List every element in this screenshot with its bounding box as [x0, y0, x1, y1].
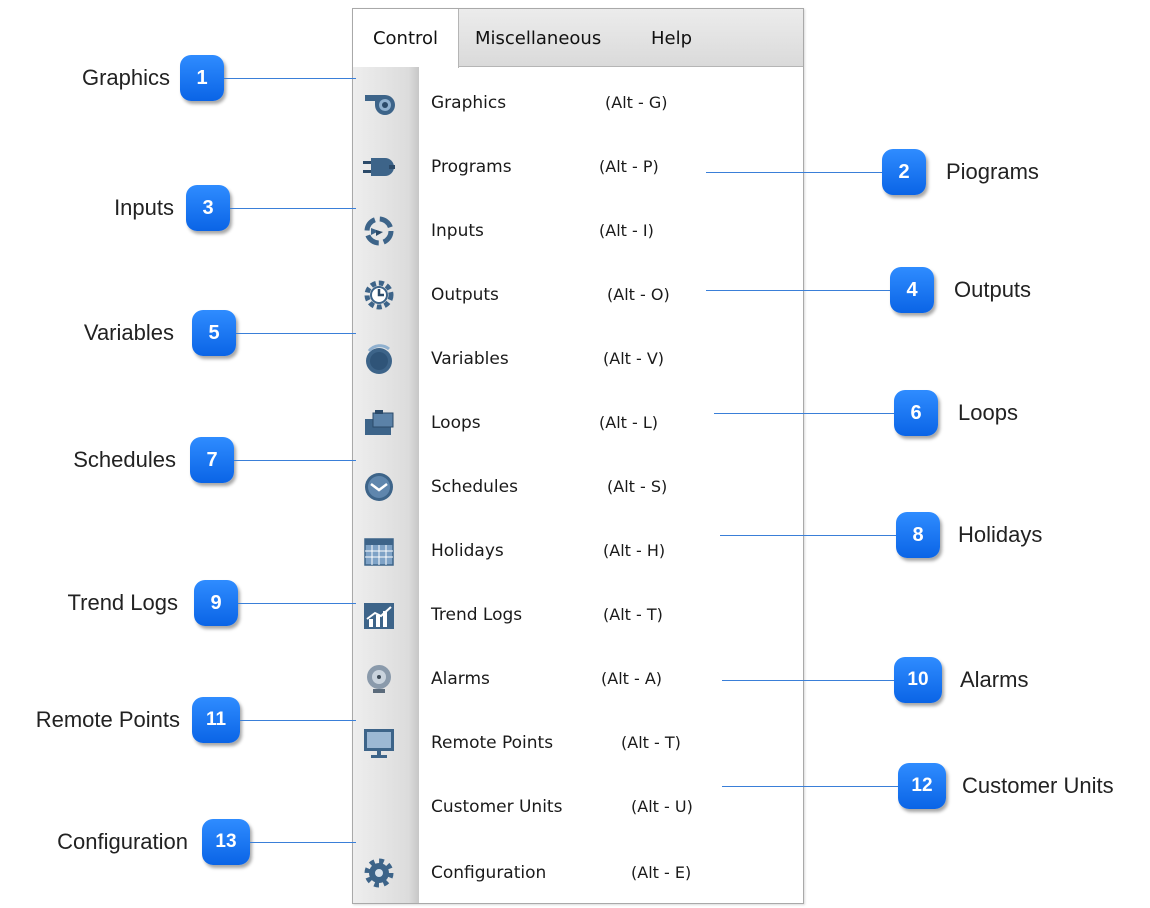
- control-menu: Control Miscellaneous Help Graphics (Alt…: [352, 8, 804, 904]
- callout-badge-7: 7: [190, 437, 234, 483]
- menu-item-shortcut: (Alt - T): [621, 733, 681, 752]
- menu-item-shortcut: (Alt - L): [599, 413, 659, 432]
- leader-line-7: [234, 460, 356, 461]
- callout-label-inputs: Inputs: [114, 195, 174, 220]
- callout-badge-11: 11: [192, 697, 240, 743]
- fan-blower-icon: [365, 95, 395, 115]
- menu-item-configuration[interactable]: Configuration (Alt - E): [353, 843, 803, 903]
- menu-item-label: Alarms: [431, 669, 490, 689]
- callout-label-schedules: Schedules: [73, 447, 176, 472]
- clock-icon: [365, 473, 393, 501]
- menu-item-label: Schedules: [431, 477, 518, 497]
- trend-chart-icon: [364, 603, 394, 629]
- menu-item-label: Graphics: [431, 93, 507, 113]
- callout-label-programs: Piograms: [946, 159, 1039, 184]
- menu-item-shortcut: (Alt - I): [599, 221, 654, 240]
- callout-badge-4: 4: [890, 267, 934, 313]
- menubar-tab-miscellaneous[interactable]: Miscellaneous: [475, 9, 601, 67]
- menu-item-alarms[interactable]: Alarms (Alt - A): [353, 649, 803, 709]
- leader-line-2: [706, 172, 882, 173]
- callout-label-remote-points: Remote Points: [35, 707, 180, 732]
- menubar-tab-control[interactable]: Control: [353, 9, 459, 68]
- leader-line-8: [720, 535, 896, 536]
- dial-knob-icon: [366, 344, 392, 374]
- menu-item-label: Variables: [431, 349, 509, 369]
- folder-loop-icon: [365, 410, 394, 435]
- menu-item-label: Inputs: [431, 221, 484, 241]
- callout-badge-13: 13: [202, 819, 250, 865]
- menu-item-inputs[interactable]: Inputs (Alt - I): [353, 201, 803, 261]
- callout-label-loops: Loops: [958, 400, 1018, 425]
- settings-gear-icon: [364, 858, 394, 888]
- leader-line-10: [722, 680, 894, 681]
- plug-icon: [363, 158, 395, 176]
- input-arrows-icon: [364, 216, 394, 246]
- callout-label-alarms: Alarms: [960, 667, 1029, 692]
- menu-item-label: Loops: [431, 413, 481, 433]
- menu-item-shortcut: (Alt - O): [607, 285, 670, 304]
- menu-item-label: Programs: [431, 157, 512, 177]
- menu-item-shortcut: (Alt - P): [599, 157, 659, 176]
- callout-label-holidays: Holidays: [958, 522, 1043, 547]
- menu-item-variables[interactable]: Variables (Alt - V): [353, 329, 803, 389]
- callout-label-customer-units: Customer Units: [962, 773, 1114, 798]
- menu-item-shortcut: (Alt - V): [603, 349, 665, 368]
- callout-badge-9: 9: [194, 580, 238, 626]
- menu-item-shortcut: (Alt - H): [603, 541, 666, 560]
- calendar-icon: [364, 538, 394, 566]
- leader-line-6: [714, 413, 894, 414]
- menu-item-label: Holidays: [431, 541, 504, 561]
- leader-line-3: [230, 208, 356, 209]
- callout-label-variables: Variables: [83, 320, 174, 345]
- menu-item-label: Customer Units: [431, 797, 563, 817]
- leader-line-12: [722, 786, 898, 787]
- menu-item-graphics[interactable]: Graphics (Alt - G): [353, 73, 803, 133]
- callout-badge-1: 1: [180, 55, 224, 101]
- callout-label-configuration: Configuration: [57, 829, 188, 854]
- menu-item-loops[interactable]: Loops (Alt - L): [353, 393, 803, 453]
- menu-item-outputs[interactable]: Outputs (Alt - O): [353, 265, 803, 325]
- menu-item-label: Outputs: [431, 285, 499, 305]
- callout-badge-10: 10: [894, 657, 942, 703]
- gear-clock-icon: [364, 280, 394, 310]
- callout-badge-8: 8: [896, 512, 940, 558]
- menubar: Control Miscellaneous Help: [353, 9, 803, 68]
- menu-item-programs[interactable]: Programs (Alt - P): [353, 137, 803, 197]
- monitor-icon: [364, 729, 394, 758]
- menu-item-schedules[interactable]: Schedules (Alt - S): [353, 457, 803, 517]
- menu-item-shortcut: (Alt - T): [603, 605, 663, 624]
- leader-line-9: [238, 603, 356, 604]
- leader-line-4: [706, 290, 890, 291]
- callout-badge-3: 3: [186, 185, 230, 231]
- callout-badge-12: 12: [898, 763, 946, 809]
- menu-item-label: Remote Points: [431, 733, 554, 753]
- leader-line-13: [250, 842, 356, 843]
- menu-item-label: Trend Logs: [431, 605, 523, 625]
- leader-line-1: [224, 78, 356, 79]
- callout-label-graphics: Graphics: [81, 65, 170, 90]
- alarm-bell-icon: [367, 665, 391, 693]
- menu-item-shortcut: (Alt - S): [607, 477, 668, 496]
- menu-item-trend-logs[interactable]: Trend Logs (Alt - T): [353, 585, 803, 645]
- menu-item-shortcut: (Alt - G): [605, 93, 668, 112]
- callout-label-outputs: Outputs: [954, 277, 1032, 302]
- callout-label-trend-logs: Trend Logs: [67, 590, 178, 615]
- menu-item-label: Configuration: [431, 863, 547, 883]
- menu-item-holidays[interactable]: Holidays (Alt - H): [353, 521, 803, 581]
- menu-item-shortcut: (Alt - A): [601, 669, 663, 688]
- leader-line-11: [240, 720, 356, 721]
- menu-item-shortcut: (Alt - E): [631, 863, 692, 882]
- callout-badge-5: 5: [192, 310, 236, 356]
- leader-line-5: [236, 333, 356, 334]
- menu-item-remote-points[interactable]: Remote Points (Alt - T): [353, 713, 803, 773]
- callout-badge-6: 6: [894, 390, 938, 436]
- menubar-tab-help[interactable]: Help: [651, 9, 692, 67]
- callout-badge-2: 2: [882, 149, 926, 195]
- menu-item-shortcut: (Alt - U): [631, 797, 693, 816]
